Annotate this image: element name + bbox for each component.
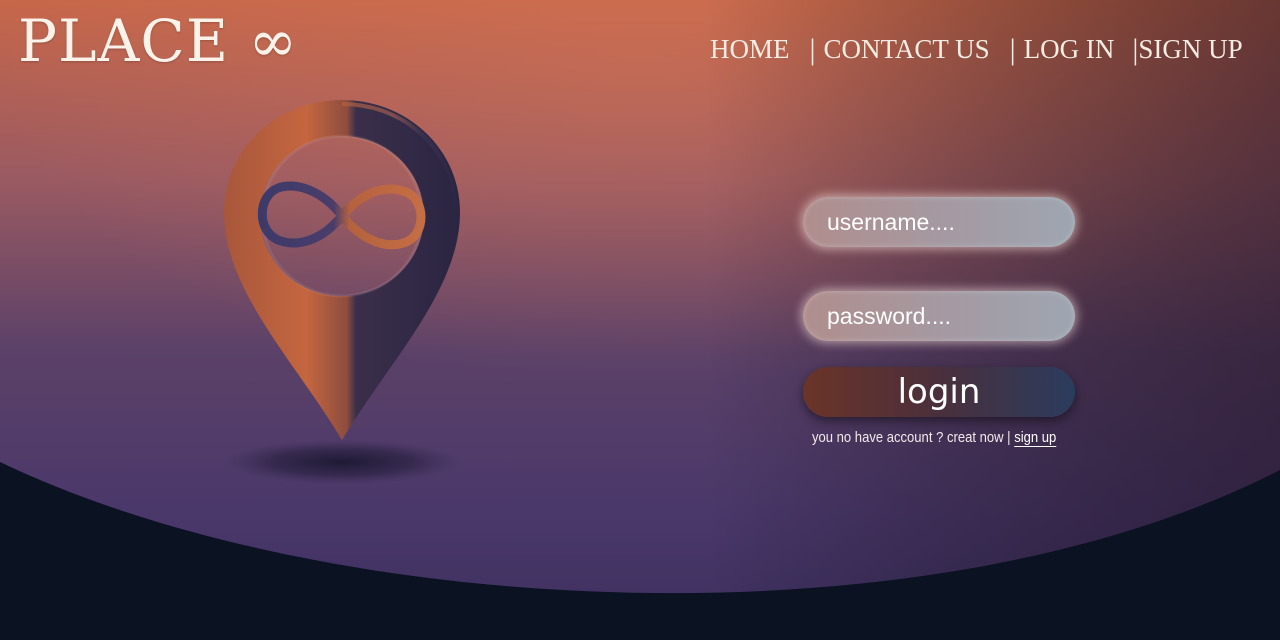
nav-home-link[interactable]: HOME [704, 34, 796, 65]
nav-separator: | [809, 32, 816, 66]
signup-link[interactable]: sign up [1014, 430, 1056, 446]
nav-separator: | [1009, 32, 1016, 66]
signup-prompt: you no have account ? creat now | sign u… [812, 430, 1082, 446]
password-field[interactable] [803, 291, 1075, 341]
username-input[interactable] [803, 197, 1075, 247]
signup-prompt-text: you no have account ? creat now [812, 430, 1004, 446]
nav-login-link[interactable]: LOG IN [1018, 34, 1121, 65]
brand-logo[interactable]: PLACE ∞ [18, 6, 298, 76]
signup-separator: | [1007, 430, 1011, 446]
nav-contact-link[interactable]: CONTACT US [818, 34, 996, 65]
login-button[interactable]: login [803, 367, 1075, 417]
pin-body [224, 100, 460, 440]
pin-shadow [224, 440, 460, 484]
username-field[interactable] [803, 197, 1075, 247]
background-gradient [0, 0, 1280, 640]
infinity-symbol [257, 181, 426, 250]
password-input[interactable] [803, 291, 1075, 341]
nav-separator: | [1132, 32, 1139, 66]
top-nav: HOME | CONTACT US | LOG IN | SIGN UP [704, 34, 1249, 65]
nav-signup-link[interactable]: SIGN UP [1138, 34, 1248, 65]
location-pin-infinity-icon [224, 100, 460, 484]
background [0, 0, 1280, 640]
